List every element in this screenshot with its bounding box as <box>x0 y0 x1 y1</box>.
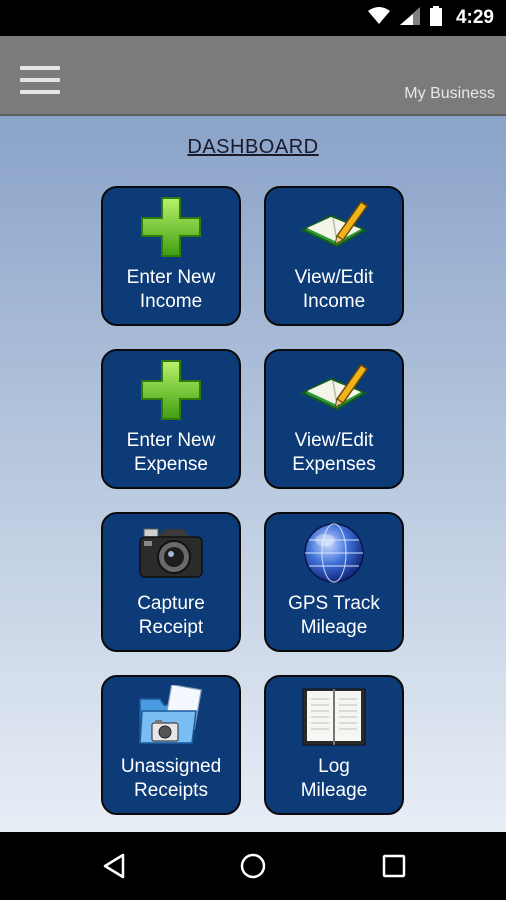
page-title: DASHBOARD <box>187 136 319 158</box>
hamburger-menu-icon[interactable] <box>20 66 60 96</box>
open-book-icon <box>266 683 402 749</box>
globe-icon <box>266 520 402 586</box>
tile-label: Log Mileage <box>300 756 368 801</box>
unassigned-receipts-button[interactable]: Unassigned Receipts <box>101 675 241 815</box>
gps-track-mileage-button[interactable]: GPS Track Mileage <box>264 512 404 652</box>
enter-new-income-button[interactable]: Enter New Income <box>101 186 241 326</box>
status-icons: 4:29 <box>367 0 494 36</box>
battery-icon <box>429 5 442 31</box>
tile-label: View/Edit Income <box>294 267 374 312</box>
book-pencil-icon <box>266 357 402 423</box>
tile-label: Enter New Income <box>126 267 216 312</box>
enter-new-expense-button[interactable]: Enter New Expense <box>101 349 241 489</box>
app-bar: My Business <box>0 36 506 116</box>
status-time: 4:29 <box>455 7 494 28</box>
recents-icon[interactable] <box>370 844 418 888</box>
book-pencil-icon <box>266 194 402 260</box>
tile-label: View/Edit Expenses <box>292 430 376 475</box>
status-bar: 4:29 <box>0 0 506 36</box>
tile-label: Unassigned Receipts <box>120 756 222 801</box>
tile-label: Enter New Expense <box>126 430 216 475</box>
business-name[interactable]: My Business <box>404 85 495 103</box>
view-edit-income-button[interactable]: View/Edit Income <box>264 186 404 326</box>
log-mileage-button[interactable]: Log Mileage <box>264 675 404 815</box>
green-plus-icon <box>103 357 239 423</box>
folder-camera-icon <box>103 683 239 749</box>
green-plus-icon <box>103 194 239 260</box>
capture-receipt-button[interactable]: Capture Receipt <box>101 512 241 652</box>
home-icon[interactable] <box>229 844 277 888</box>
back-icon[interactable] <box>90 844 138 888</box>
tile-label: GPS Track Mileage <box>288 593 380 638</box>
system-nav-bar <box>0 832 506 900</box>
tile-label: Capture Receipt <box>137 593 205 638</box>
camera-icon <box>103 520 239 586</box>
wifi-icon <box>367 6 390 30</box>
view-edit-expenses-button[interactable]: View/Edit Expenses <box>264 349 404 489</box>
dashboard-content: DASHBOARD Enter New Income View/Edit Incom… <box>0 116 506 832</box>
signal-icon <box>399 6 420 30</box>
